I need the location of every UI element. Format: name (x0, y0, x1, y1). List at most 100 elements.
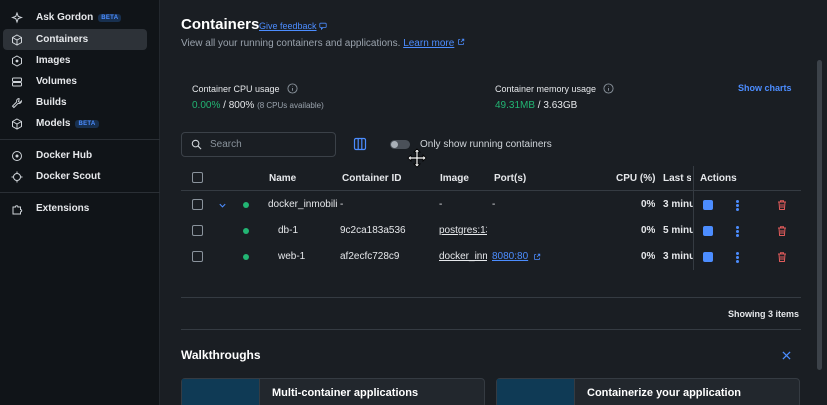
sidebar-item-label: Docker Hub (36, 150, 93, 161)
col-image[interactable]: Image (440, 173, 469, 184)
cube-icon (10, 117, 24, 131)
container-last-started: 5 minut (663, 225, 693, 236)
delete-button[interactable] (776, 199, 788, 214)
sidebar-divider (0, 192, 160, 193)
items-count: Showing 3 items (728, 309, 800, 319)
search-input[interactable] (210, 139, 320, 150)
card-thumbnail (497, 379, 575, 405)
container-ports: - (492, 199, 496, 210)
page-title: Containers (181, 16, 260, 33)
container-last-started: 3 minut (663, 251, 693, 262)
sidebar-item-label: Models (36, 118, 71, 129)
stop-button[interactable] (703, 252, 713, 262)
memory-usage-label: Container memory usage (495, 83, 614, 94)
beta-badge: BETA (75, 119, 99, 128)
container-name[interactable]: docker_inmobili (268, 199, 338, 210)
sidebar-item-extensions[interactable]: Extensions (3, 198, 147, 219)
sidebar: Ask Gordon BETA Containers Images Volume… (0, 0, 160, 405)
cpu-note: (8 CPUs available) (257, 101, 324, 110)
search-box (181, 132, 336, 157)
container-cpu: 0% (641, 199, 656, 210)
sidebar-item-builds[interactable]: Builds (3, 92, 147, 113)
cpu-value: 0.00% (192, 100, 221, 111)
col-last-started[interactable]: Last st (663, 173, 691, 184)
row-checkbox[interactable] (192, 225, 203, 236)
close-icon[interactable] (782, 351, 791, 360)
walkthrough-card[interactable]: Multi-container applications (181, 378, 485, 405)
col-actions: Actions (700, 173, 737, 184)
trash-icon (778, 252, 786, 262)
external-link-icon (458, 38, 465, 45)
container-id: 9c2ca183a536 (340, 225, 406, 236)
memory-usage-value: 49.31MB / 3.63GB (495, 100, 577, 111)
container-image-link[interactable]: docker_inm (439, 251, 487, 262)
trash-icon (778, 200, 786, 210)
scrollbar[interactable] (817, 60, 822, 370)
volume-icon (10, 75, 24, 89)
memory-label-text: Container memory usage (495, 83, 597, 94)
col-ports[interactable]: Port(s) (494, 173, 526, 184)
columns-button[interactable] (353, 137, 367, 154)
container-cpu: 0% (641, 251, 656, 262)
container-name[interactable]: web-1 (278, 251, 305, 262)
delete-button[interactable] (776, 251, 788, 266)
columns-icon (353, 137, 367, 151)
info-icon[interactable] (287, 83, 298, 94)
delete-button[interactable] (776, 225, 788, 240)
sidebar-item-label: Builds (36, 97, 67, 108)
page-subtitle: View all your running containers and app… (181, 38, 465, 49)
sidebar-item-models[interactable]: Models BETA (3, 113, 147, 134)
container-name[interactable]: db-1 (278, 225, 298, 236)
container-image: - (439, 199, 443, 210)
sidebar-item-docker-scout[interactable]: Docker Scout (3, 166, 147, 187)
hub-icon (10, 149, 24, 163)
more-options-icon[interactable] (736, 200, 739, 211)
row-checkbox[interactable] (192, 199, 203, 210)
stop-button[interactable] (703, 200, 713, 210)
card-title: Containerize your application (587, 387, 742, 399)
more-options-icon[interactable] (736, 252, 739, 263)
sidebar-item-label: Images (36, 55, 71, 66)
actions-separator (693, 166, 694, 270)
container-image-link[interactable]: postgres:13 (439, 225, 487, 236)
port-link-label: 8080:80 (492, 251, 529, 262)
puzzle-icon (10, 202, 24, 216)
sidebar-item-label: Docker Scout (36, 171, 101, 182)
select-all-checkbox[interactable] (192, 172, 203, 183)
beta-badge: BETA (98, 13, 122, 22)
sidebar-item-ask-gordon[interactable]: Ask Gordon BETA (3, 7, 147, 28)
header-divider (181, 190, 801, 191)
sidebar-item-docker-hub[interactable]: Docker Hub (3, 145, 147, 166)
learn-more-link[interactable]: Learn more (403, 38, 454, 49)
walkthrough-card[interactable]: Containerize your application (496, 378, 800, 405)
container-id: af2ecfc728c9 (340, 251, 400, 262)
sidebar-item-containers[interactable]: Containers (3, 29, 147, 50)
sidebar-item-volumes[interactable]: Volumes (3, 71, 147, 92)
chevron-down-icon[interactable] (218, 201, 227, 210)
cpu-usage-value: 0.00% / 800% (8 CPUs available) (192, 100, 324, 111)
port-link[interactable]: 8080:80 (492, 251, 541, 262)
col-cpu[interactable]: CPU (%) (616, 173, 655, 184)
info-icon[interactable] (603, 83, 614, 94)
row-checkbox[interactable] (192, 251, 203, 262)
external-link-icon (534, 253, 541, 260)
sidebar-item-images[interactable]: Images (3, 50, 147, 71)
container-id: - (340, 199, 344, 210)
col-name[interactable]: Name (269, 173, 296, 184)
search-icon (191, 139, 202, 150)
walkthroughs-title: Walkthroughs (181, 348, 261, 362)
feedback-icon (318, 22, 327, 30)
cpu-usage-label: Container CPU usage (192, 83, 298, 94)
stop-button[interactable] (703, 226, 713, 236)
memory-value: 49.31MB (495, 100, 536, 111)
cpu-label-text: Container CPU usage (192, 83, 280, 94)
card-thumbnail (182, 379, 260, 405)
col-container-id[interactable]: Container ID (342, 173, 401, 184)
give-feedback-link[interactable]: Give feedback (259, 21, 327, 31)
more-options-icon[interactable] (736, 226, 739, 237)
sidebar-item-label: Extensions (36, 203, 90, 214)
sidebar-item-label: Containers (36, 34, 89, 45)
memory-total: / 3.63GB (535, 100, 578, 111)
move-cursor-icon (407, 148, 427, 168)
show-charts-button[interactable]: Show charts (738, 83, 792, 93)
